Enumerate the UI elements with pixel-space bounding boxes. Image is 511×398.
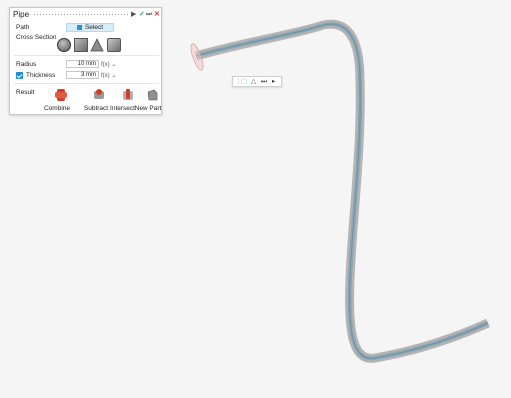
panel-title: Pipe: [13, 10, 30, 19]
panel-header[interactable]: Pipe ▶ ✓ ⏭ ✕: [10, 8, 161, 21]
combine-icon[interactable]: [54, 88, 68, 102]
thickness-checkbox[interactable]: [16, 72, 23, 79]
subtract-icon[interactable]: [92, 88, 106, 102]
thickness-fx-button[interactable]: f(x) ⌄: [101, 72, 116, 79]
apply-close-icon[interactable]: ⏭: [261, 78, 267, 86]
new-part-label[interactable]: New Part: [134, 105, 162, 112]
radius-label: Radius: [16, 61, 37, 68]
circle-section-icon[interactable]: [57, 38, 71, 52]
fx-label: f(x): [101, 73, 110, 79]
square-section-icon[interactable]: [74, 38, 88, 52]
cross-section-label: Cross Section: [16, 34, 57, 41]
combine-label[interactable]: Combine: [42, 105, 72, 112]
new-part-icon[interactable]: [145, 88, 159, 102]
path-select-button[interactable]: Select: [66, 23, 114, 32]
mini-toolbar: ⋮ ⬚ △ ⏭ ▸: [232, 76, 282, 87]
subtract-label[interactable]: Subtract: [82, 105, 110, 112]
radius-fx-button[interactable]: f(x) ⌄: [101, 61, 116, 68]
triangle-section-icon[interactable]: [90, 38, 104, 52]
intersect-icon[interactable]: [121, 88, 135, 102]
intersect-label[interactable]: Intersect: [110, 105, 135, 112]
result-label: Result: [16, 89, 35, 96]
radius-input[interactable]: 10 mm: [66, 60, 99, 68]
apply-check-icon[interactable]: ✓: [139, 10, 145, 19]
section-tool-icon[interactable]: △: [251, 78, 256, 86]
pipe-centerline: [195, 23, 489, 359]
divider: [14, 83, 159, 84]
select-label: Select: [84, 24, 104, 31]
rounded-square-section-icon[interactable]: [107, 38, 121, 52]
thickness-label: Thickness: [26, 72, 56, 79]
fx-label: f(x): [101, 62, 110, 68]
thickness-input[interactable]: 3 mm: [66, 71, 99, 79]
pipe-tool-panel: Pipe ▶ ✓ ⏭ ✕ Path Select Cross Section R…: [9, 7, 162, 115]
play-icon[interactable]: ▶: [131, 10, 136, 19]
apply-close-icon[interactable]: ⏭: [146, 10, 152, 19]
close-icon[interactable]: ✕: [154, 10, 160, 19]
play-icon[interactable]: ▸: [272, 78, 275, 86]
select-square-icon: [76, 24, 82, 30]
pipe-inner-surface: [195, 22, 489, 361]
divider: [14, 55, 159, 56]
select-tool-icon[interactable]: ⬚: [241, 78, 247, 86]
path-label: Path: [16, 24, 30, 31]
pipe-outer-wall: [194, 19, 490, 363]
drag-grip-icon[interactable]: [33, 13, 128, 16]
